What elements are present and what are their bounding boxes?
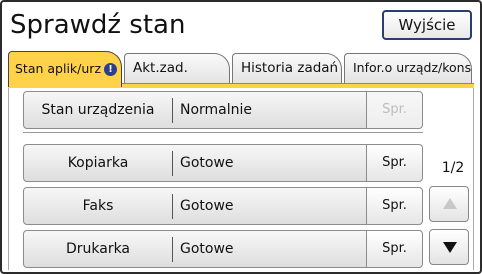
warning-icon: ! (104, 63, 118, 76)
divider (23, 132, 423, 133)
check-button-printer[interactable]: Spr. (366, 231, 422, 267)
row-separator (172, 194, 173, 219)
status-row-device: Stan urządzenia Normalnie Spr. (23, 91, 423, 129)
row-label: Faks (82, 198, 114, 214)
page-indicator: 1/2 (441, 160, 465, 176)
exit-button[interactable]: Wyjście (382, 10, 472, 40)
row-value: Gotowe (180, 241, 234, 257)
up-arrow-icon (443, 198, 457, 209)
row-separator (172, 151, 173, 176)
row-label: Stan urządzenia (41, 102, 155, 118)
tab-job-history[interactable]: Historia zadań (232, 53, 342, 83)
tab-label: Infor.o urządz/kons. (353, 60, 472, 75)
scroll-down-button[interactable] (429, 229, 469, 265)
tab-label: Stan aplik/urz (15, 61, 102, 76)
check-button-copier[interactable]: Spr. (366, 145, 422, 181)
status-row-fax: Faks Gotowe Spr. (23, 187, 423, 225)
status-panel: Stan urządzenia Normalnie Spr. Kopiarka … (8, 88, 474, 270)
check-button-device[interactable]: Spr. (366, 92, 422, 128)
scroll-up-button[interactable] (429, 186, 469, 222)
tab-active-jobs[interactable]: Akt.zad. (124, 53, 230, 83)
row-label: Kopiarka (67, 155, 129, 171)
tab-label: Historia zadań (241, 60, 339, 76)
row-label: Drukarka (65, 241, 131, 257)
check-button-fax[interactable]: Spr. (366, 188, 422, 224)
row-value: Gotowe (180, 198, 234, 214)
tab-device-info[interactable]: Infor.o urządz/kons. (344, 53, 472, 83)
down-arrow-icon (443, 242, 457, 253)
tab-bar: Stan aplik/urz! Akt.zad. Historia zadań … (8, 51, 474, 91)
status-row-printer: Drukarka Gotowe Spr. (23, 230, 423, 268)
page-title: Sprawdź stan (10, 10, 186, 40)
row-value: Gotowe (180, 155, 234, 171)
tab-label: Akt.zad. (133, 60, 188, 76)
row-separator (172, 237, 173, 262)
row-separator (172, 98, 173, 123)
check-status-window: Sprawdź stan Wyjście Stan aplik/urz! Akt… (0, 0, 482, 274)
row-value: Normalnie (180, 102, 253, 118)
status-row-copier: Kopiarka Gotowe Spr. (23, 144, 423, 182)
tab-app-device-status[interactable]: Stan aplik/urz! (8, 51, 122, 87)
